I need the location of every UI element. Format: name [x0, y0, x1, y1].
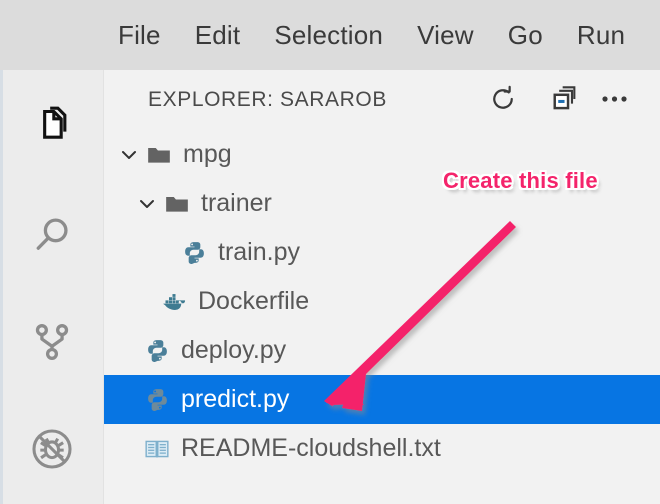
vscode-window: File Edit Selection View Go Run EXPLORER…	[0, 0, 660, 504]
active-view-indicator	[0, 70, 3, 504]
book-icon	[142, 436, 172, 462]
search-icon	[30, 213, 74, 257]
activity-bar-item-source-control[interactable]	[22, 312, 82, 372]
python-icon	[179, 240, 209, 265]
activity-bar-item-search[interactable]	[22, 205, 82, 265]
explorer-panel: EXPLORER: SARAROB mpg trainer train.py D…	[104, 70, 660, 504]
collapse-all-icon	[551, 85, 579, 118]
menu-item-edit[interactable]: Edit	[195, 20, 241, 51]
tree-item-label: predict.py	[181, 385, 290, 413]
menu-bar: File Edit Selection View Go Run	[0, 0, 660, 70]
tree-item-readme-cloudshell-txt[interactable]: README-cloudshell.txt	[104, 424, 660, 473]
tree-item-train-py[interactable]: train.py	[104, 228, 660, 277]
python-icon	[142, 387, 172, 412]
explorer-title: EXPLORER: SARAROB	[148, 88, 387, 111]
menu-item-run[interactable]: Run	[577, 20, 625, 51]
tree-item-label: train.py	[218, 238, 300, 266]
menu-item-go[interactable]: Go	[508, 20, 543, 51]
python-icon	[142, 338, 172, 363]
tree-item-deploy-py[interactable]: deploy.py	[104, 326, 660, 375]
folder-icon	[144, 142, 174, 168]
more-actions-icon	[601, 92, 629, 110]
activity-bar-item-run-and-debug[interactable]	[22, 419, 82, 479]
run-and-debug-icon	[29, 426, 75, 472]
menu-item-view[interactable]: View	[417, 20, 474, 51]
tree-item-dockerfile[interactable]: Dockerfile	[104, 277, 660, 326]
tree-item-label: mpg	[183, 140, 232, 168]
tree-item-label: Dockerfile	[198, 287, 310, 315]
docker-icon	[159, 288, 189, 315]
menu-item-file[interactable]: File	[118, 20, 161, 51]
explorer-header: EXPLORER: SARAROB	[104, 70, 660, 132]
source-control-icon	[30, 320, 74, 364]
chevron-down-icon[interactable]	[132, 192, 162, 216]
refresh-button[interactable]	[486, 84, 520, 118]
folder-icon	[162, 191, 192, 217]
activity-bar-item-explorer[interactable]	[22, 98, 82, 158]
tree-item-predict-py[interactable]: predict.py	[104, 375, 660, 424]
chevron-down-icon[interactable]	[114, 143, 144, 167]
annotation-label: Create this file	[443, 168, 598, 193]
refresh-icon	[489, 85, 517, 118]
tree-item-label: trainer	[201, 189, 272, 217]
menu-item-selection[interactable]: Selection	[274, 20, 383, 51]
tree-item-label: deploy.py	[181, 336, 287, 364]
activity-bar	[0, 70, 104, 504]
collapse-all-button[interactable]	[548, 84, 582, 118]
tree-item-label: README-cloudshell.txt	[181, 434, 441, 462]
more-actions-button[interactable]	[598, 84, 632, 118]
files-icon	[30, 106, 74, 150]
